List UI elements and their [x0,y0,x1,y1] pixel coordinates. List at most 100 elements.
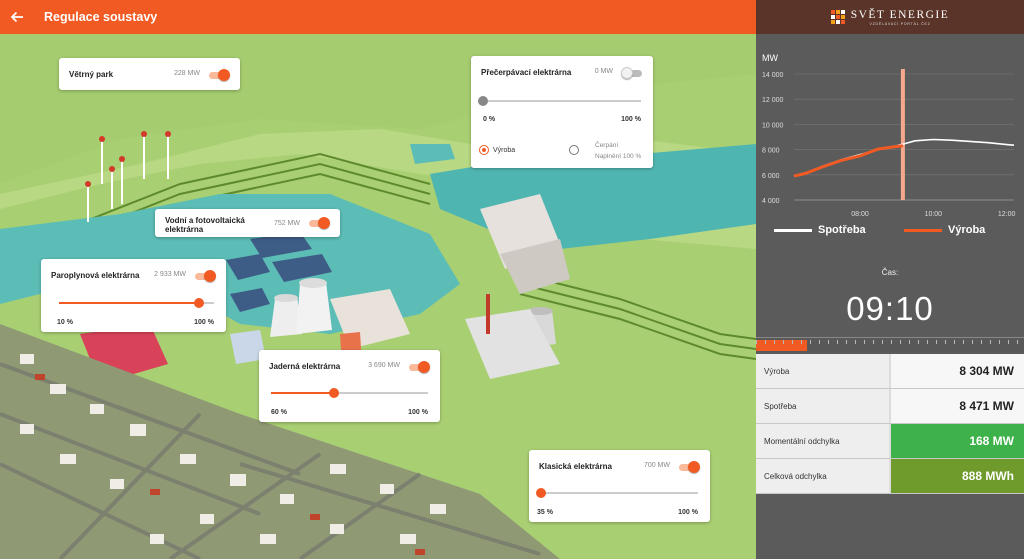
stat-value: 8 304 MW [889,354,1024,388]
pumped-storage-card: Přečerpávací elektrárna 0 MW 0 % 100 % V… [471,56,653,168]
brand-logo: SVĚT ENERGIE VZDĚLÁVACÍ PORTÁL ČEZ [830,9,950,26]
y-tick-label: 8 000 [762,148,780,155]
nuclear-plant-slider[interactable] [271,387,428,399]
current-time-marker [900,69,905,200]
arrow-left-icon [10,11,23,23]
classic-plant-card: Klasická elektrárna 700 MW 35 % 100 % [529,450,710,522]
timeline-tick [855,340,856,344]
stat-label: Momentální odchylka [756,424,889,458]
stat-row-momentary-deviation: Momentální odchylka 168 MW [756,424,1024,459]
time-progress-fill [756,340,807,351]
timeline-tick [801,340,802,344]
y-tick-label: 14 000 [762,72,784,79]
timeline-tick [900,340,901,344]
nuclear-plant-card: Jaderná elektrárna 3 690 MW 60 % 100 % [259,350,440,422]
x-tick-label: 08:00 [851,211,869,218]
timeline-tick [873,340,874,344]
timeline-tick [882,340,883,344]
legend-production: Výroba [904,224,985,236]
timeline-tick [810,340,811,344]
y-tick-label: 12 000 [762,97,784,104]
wind-park-card: Větrný park 228 MW [59,58,240,90]
pumped-storage-slider[interactable] [478,95,641,107]
timeline-tick [963,340,964,344]
timeline-tick [864,340,865,344]
timeline-tick [765,340,766,344]
stat-label: Spotřeba [756,389,889,423]
hydro-solar-card: Vodní a fotovoltaická elektrárna 752 MW [155,209,340,237]
timeline-tick [945,340,946,344]
timeline-tick [927,340,928,344]
back-button[interactable] [2,0,32,34]
timeline-tick [792,340,793,344]
stat-value: 888 MWh [889,459,1024,493]
timeline-tick [990,340,991,344]
brand-header: SVĚT ENERGIE VZDĚLÁVACÍ PORTÁL ČEZ [756,0,1024,34]
stat-value: 8 471 MW [889,389,1024,423]
time-value: 09:10 [846,290,934,327]
gas-plant-slider[interactable] [59,297,214,309]
plant-name: Paroplynová elektrárna [51,271,140,280]
timeline-tick [837,340,838,344]
timeline-tick [954,340,955,344]
gas-plant-toggle[interactable] [194,270,216,282]
legend-swatch [904,228,942,232]
plant-name: Přečerpávací elektrárna [481,68,572,77]
timeline-tick [972,340,973,344]
plant-output: 3 690 MW [368,362,400,369]
plant-name: Větrný park [69,70,114,79]
mode-generate-radio[interactable] [479,145,489,155]
plant-output: 752 MW [273,220,300,227]
timeline-tick [1017,340,1018,344]
classic-plant-toggle[interactable] [678,461,700,473]
stats-table: Výroba 8 304 MW Spotřeba 8 471 MW Moment… [756,354,1024,494]
timeline-tick [846,340,847,344]
stat-value: 168 MW [889,424,1024,458]
power-chart: MW 14 000 12 000 10 000 8 000 6 000 4 000 08:00… [762,53,1016,218]
timeline-tick [981,340,982,344]
timeline-tick [891,340,892,344]
timeline-tick [756,340,757,344]
top-bar: Regulace soustavy [0,0,756,34]
timeline-tick [774,340,775,344]
plant-name-line2: elektrárna [165,225,204,234]
y-axis-label: MW [762,53,778,63]
hydro-solar-toggle[interactable] [308,217,330,229]
slider-max-label: 100 % [621,116,641,123]
slider-min-label: 35 % [537,509,553,516]
page-title: Regulace soustavy [44,10,158,24]
x-tick-label: 10:00 [925,211,943,218]
slider-min-label: 10 % [57,319,73,326]
plant-name: Klasická elektrárna [539,462,612,471]
timeline-tick [828,340,829,344]
x-tick-label: 12:00 [998,211,1016,218]
pumped-storage-toggle[interactable] [621,67,643,79]
timeline-tick [819,340,820,344]
slider-min-label: 0 % [483,116,496,123]
time-label: Čas: [881,268,899,277]
legend-label: Spotřeba [818,224,866,236]
grid-logo-icon [830,10,845,24]
legend-label: Výroba [948,224,986,236]
legend-consumption: Spotřeba [774,224,866,236]
gas-plant-card: Paroplynová elektrárna 2 933 MW 10 % 100… [41,259,226,332]
timeline-tick [918,340,919,344]
classic-plant-slider[interactable] [536,487,698,499]
y-tick-label: 4 000 [762,198,780,205]
mode-pump-label: Čerpání [595,142,619,149]
fill-level-label: Naplnění 100 % [595,153,642,160]
wind-park-toggle[interactable] [208,69,230,81]
timeline-tick [909,340,910,344]
stat-row-production: Výroba 8 304 MW [756,354,1024,389]
stat-label: Výroba [756,354,889,388]
plant-output: 700 MW [643,462,670,469]
plant-output: 228 MW [173,70,200,77]
stat-row-total-deviation: Celková odchylka 888 MWh [756,459,1024,494]
stat-row-consumption: Spotřeba 8 471 MW [756,389,1024,424]
mode-pump-radio[interactable] [569,145,579,155]
slider-max-label: 100 % [408,409,428,416]
y-tick-label: 6 000 [762,173,780,180]
slider-max-label: 100 % [194,319,214,326]
y-tick-label: 10 000 [762,122,784,129]
nuclear-plant-toggle[interactable] [408,361,430,373]
